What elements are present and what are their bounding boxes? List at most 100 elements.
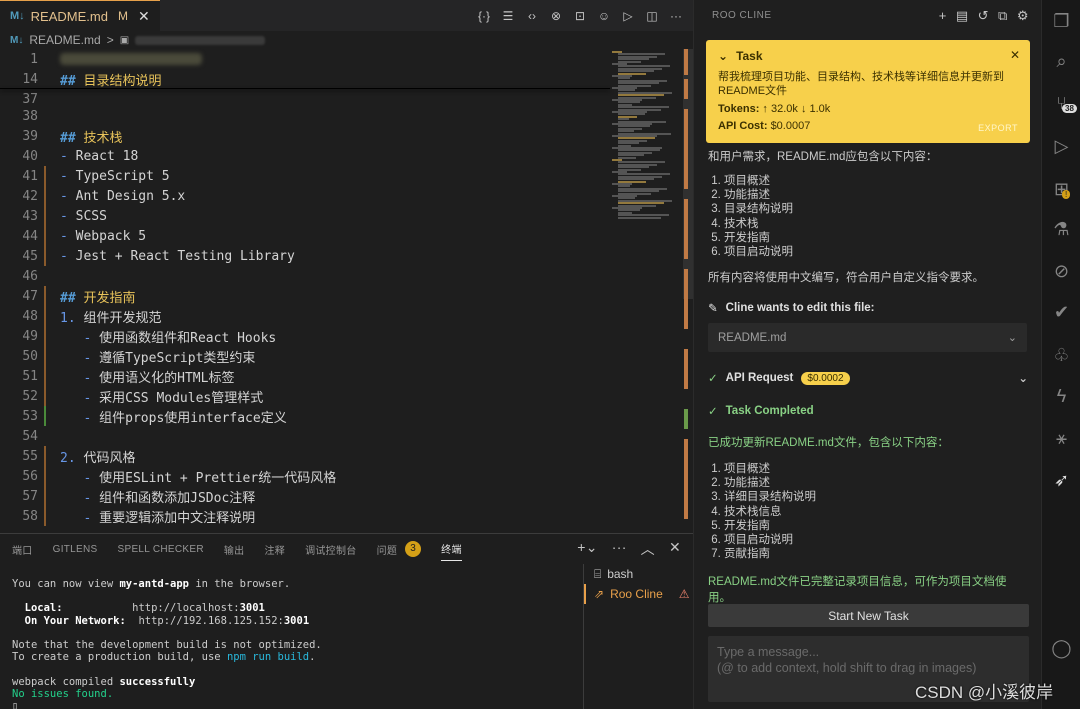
gear-icon[interactable]: ⚙ (1017, 8, 1029, 24)
prompts-icon[interactable]: ▤ (956, 8, 969, 24)
chat-messages: 和用户需求，README.md应包含以下内容： 项目概述功能描述目录结构说明技术… (708, 148, 1028, 315)
markdown-icon: M↓ (10, 10, 25, 22)
preview-icon[interactable]: ⊡ (573, 9, 587, 23)
ruler-mark (684, 109, 688, 189)
code-icon[interactable]: ‹› (525, 9, 539, 23)
tab-readme[interactable]: M↓ README.md M ✕ (0, 0, 160, 31)
watermark: CSDN @小溪彼岸 (915, 683, 1054, 702)
code-line: 54 (0, 426, 610, 446)
line-number: 40 (22, 148, 38, 164)
new-task-icon[interactable]: + (939, 8, 947, 24)
lightning-icon[interactable]: ϟ (1042, 381, 1080, 411)
gitlens-icon[interactable]: ⚹ (1042, 423, 1080, 453)
json-braces-icon[interactable]: {·} (477, 9, 491, 23)
tree-icon[interactable]: ♧ (1042, 340, 1080, 370)
more-icon[interactable]: ··· (612, 539, 627, 559)
maximize-icon[interactable]: ︿ (641, 539, 655, 559)
diff-gutter (44, 226, 50, 246)
split-editor-icon[interactable]: ◫ (645, 9, 659, 23)
run-icon[interactable]: ▷ (621, 9, 635, 23)
chevron-down-icon[interactable]: ⌄ (718, 49, 728, 63)
line-number: 58 (22, 508, 38, 524)
diff-gutter (44, 146, 50, 166)
start-new-task-button[interactable]: Start New Task (708, 604, 1029, 627)
ruler-mark (684, 439, 688, 519)
tab-filename: README.md (30, 8, 108, 24)
ruler-mark (684, 349, 688, 389)
ruler-mark (684, 49, 688, 75)
minimap[interactable] (612, 49, 682, 239)
sidebar-actions: + ▤ ↺ ⧉ ⚙ (939, 8, 1041, 24)
close-panel-icon[interactable]: ✕ (669, 539, 681, 559)
extensions-icon[interactable]: ⊞! (1042, 174, 1080, 204)
tab-output[interactable]: 输出 (224, 542, 245, 557)
account-icon[interactable]: ◯ (1042, 633, 1080, 663)
terminal-item-bash[interactable]: ⌸ bash (584, 564, 693, 584)
line-text: - 组件props使用interface定义 (60, 410, 287, 426)
tab-spell-checker[interactable]: SPELL CHECKER (118, 544, 204, 555)
line-number: 45 (22, 248, 38, 264)
rocket-icon[interactable]: ➶ (1042, 465, 1080, 495)
tab-comments[interactable]: 注释 (264, 542, 285, 557)
more-icon[interactable]: ··· (669, 9, 683, 23)
task-card[interactable]: ⌄ Task ✕ 帮我梳理项目功能、目录结构、技术栈等详细信息并更新到READM… (706, 40, 1030, 143)
warning-badge: ! (1062, 190, 1071, 199)
list-item: 项目启动说明 (724, 533, 1028, 547)
tab-gitlens[interactable]: GITLENS (53, 544, 98, 555)
diff-gutter (44, 206, 50, 226)
line-text: ## 开发指南 (60, 290, 136, 306)
line-number: 50 (22, 348, 38, 364)
copilot-icon[interactable]: ☺ (597, 9, 611, 23)
code-editor[interactable]: 1 14 ## 目录结构说明 37 38 39 ## 技术栈 40 - React 18 41 - … (0, 49, 610, 533)
chevron-down-icon[interactable]: ⌄ (1018, 371, 1028, 385)
close-icon[interactable]: ✕ (138, 8, 150, 25)
run-debug-icon[interactable]: ▷ (1042, 131, 1080, 161)
task-text: 帮我梳理项目功能、目录结构、技术栈等详细信息并更新到README文件 (718, 71, 1004, 97)
list-item: 项目启动说明 (724, 245, 1028, 259)
roo-cline-sidebar: ROO CLINE + ▤ ↺ ⧉ ⚙ ⌄ Task ✕ 帮我梳理项目功能、目录… (693, 0, 1041, 709)
terminal-icon: ⌸ (594, 566, 602, 581)
check-circle-icon[interactable]: ✔ (1042, 297, 1080, 327)
tab-debug-console[interactable]: 调试控制台 (305, 542, 357, 557)
ruler-mark (684, 409, 688, 429)
line-number: 52 (22, 388, 38, 404)
line-text: 1. 组件开发规范 (60, 310, 162, 326)
new-terminal-icon[interactable]: +⌄ (577, 539, 598, 559)
plan-list: 项目概述功能描述目录结构说明技术栈开发指南项目启动说明 (708, 174, 1028, 259)
link-icon[interactable]: ⊗ (549, 9, 563, 23)
source-control-icon[interactable]: ⑂ 38 (1042, 88, 1080, 118)
code-line: 48 1. 组件开发规范 (0, 306, 610, 326)
code-line: 14 ## 目录结构说明 (0, 69, 610, 89)
code-line: 55 2. 代码风格 (0, 446, 610, 466)
terminal-output[interactable]: You can now view my-antd-app in the brow… (12, 578, 572, 709)
line-number: 56 (22, 468, 38, 484)
search-icon[interactable]: ⌕ (1042, 46, 1080, 76)
tab-ports[interactable]: 端口 (12, 542, 33, 557)
code-line: 41 - TypeScript 5 (0, 166, 610, 186)
tab-bar: M↓ README.md M ✕ {·} ☰ ‹› ⊗ ⊡ ☺ ▷ ◫ ··· (0, 0, 693, 31)
remote-icon[interactable]: ⊘ (1042, 256, 1080, 286)
api-request-row[interactable]: ✓ API Request $0.0002 ⌄ (708, 371, 1028, 385)
tab-terminal[interactable]: 终端 (441, 541, 462, 561)
export-button[interactable]: EXPORT (978, 123, 1018, 133)
popout-icon[interactable]: ⧉ (998, 8, 1008, 24)
scm-badge: 38 (1062, 104, 1077, 113)
list-item: 项目概述 (724, 174, 1028, 188)
testing-icon[interactable]: ⚗ (1042, 214, 1080, 244)
close-icon[interactable]: ✕ (1010, 48, 1020, 62)
line-text: - Webpack 5 (60, 228, 147, 244)
breadcrumb-file[interactable]: README.md (29, 33, 100, 47)
list-item: 详细目录结构说明 (724, 490, 1028, 504)
diff-gutter (44, 506, 50, 526)
task-completed-row: ✓ Task Completed (708, 405, 814, 418)
tab-problems[interactable]: 问题 (377, 542, 398, 557)
code-line: 42 - Ant Design 5.x (0, 186, 610, 206)
line-number: 46 (22, 268, 38, 284)
explorer-icon[interactable]: ❐ (1042, 6, 1080, 36)
terminal-item-roo-cline[interactable]: ⇗ Roo Cline ⚠ (584, 584, 693, 604)
code-line: 51 - 使用语义化的HTML标签 (0, 366, 610, 386)
diff-gutter (44, 166, 50, 186)
history-icon[interactable]: ↺ (978, 8, 989, 24)
outline-icon[interactable]: ☰ (501, 9, 515, 23)
file-select[interactable]: README.md ⌄ (708, 323, 1027, 352)
